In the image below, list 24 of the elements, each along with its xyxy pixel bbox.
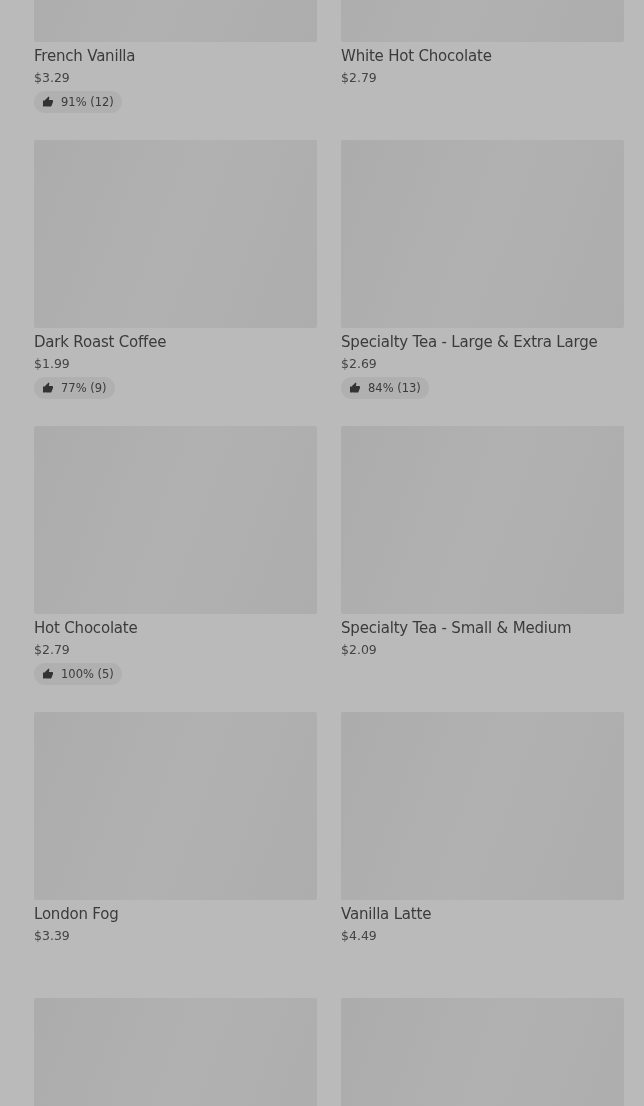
thumbs-up-icon — [42, 668, 54, 680]
product-name: Hot Chocolate — [34, 619, 138, 637]
product-price: $4.49 — [341, 928, 377, 943]
product-name: French Vanilla — [34, 47, 136, 65]
rating-text: 91% (12) — [61, 95, 114, 109]
product-price: $2.09 — [341, 642, 377, 657]
product-price: $2.69 — [341, 356, 377, 371]
rating-text: 84% (13) — [368, 381, 421, 395]
product-name: Specialty Tea - Large & Extra Large — [341, 333, 598, 351]
product-name: Dark Roast Coffee — [34, 333, 167, 351]
rating-text: 77% (9) — [61, 381, 107, 395]
thumbs-up-icon — [42, 96, 54, 108]
product-price: $3.29 — [34, 70, 70, 85]
thumbs-up-icon — [42, 382, 54, 394]
rating-text: 100% (5) — [61, 667, 114, 681]
product-price: $1.99 — [34, 356, 70, 371]
product-name: White Hot Chocolate — [341, 47, 492, 65]
product-name: London Fog — [34, 905, 119, 923]
thumbs-up-icon — [349, 382, 361, 394]
product-price: $3.39 — [34, 928, 70, 943]
product-price: $2.79 — [341, 70, 377, 85]
product-name: Vanilla Latte — [341, 905, 432, 923]
product-price: $2.79 — [34, 642, 70, 657]
product-name: Specialty Tea - Small & Medium — [341, 619, 572, 637]
